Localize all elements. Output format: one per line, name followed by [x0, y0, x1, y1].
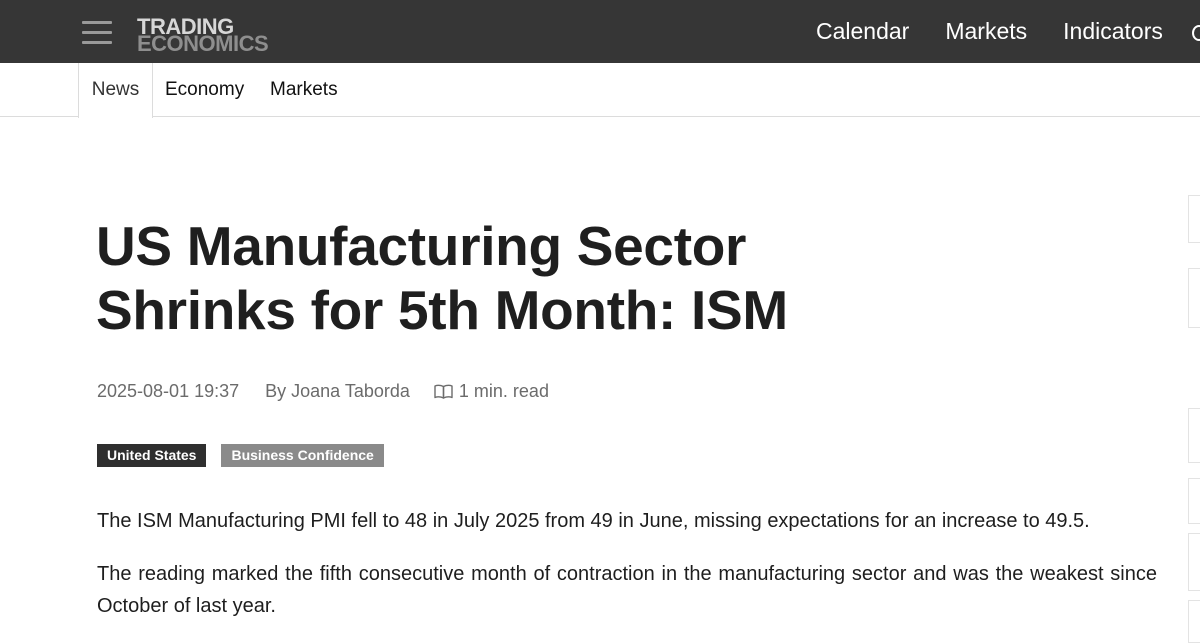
article-paragraph: The ISM Manufacturing PMI fell to 48 in … [97, 510, 1090, 532]
article-paragraph: The reading marked the fifth consecutive… [97, 563, 1157, 617]
tab-news[interactable]: News [78, 63, 153, 118]
nav-indicators[interactable]: Indicators [1045, 0, 1181, 63]
sidebar-edge-box [1188, 533, 1200, 591]
open-book-icon [434, 384, 453, 399]
circle-icon[interactable] [1192, 25, 1200, 41]
nav-calendar[interactable]: Calendar [798, 0, 927, 63]
article-tags: United States Business Confidence [97, 444, 384, 467]
sidebar-edge-box [1188, 478, 1200, 524]
tab-economy[interactable]: Economy [165, 63, 244, 117]
section-tabs: News Economy Markets [0, 63, 1200, 118]
article-meta: 2025-08-01 19:37 By Joana Taborda 1 min.… [97, 381, 549, 402]
sidebar-edge-box [1188, 195, 1200, 243]
sidebar-edge-box [1188, 268, 1200, 328]
hamburger-menu-icon[interactable] [82, 21, 112, 45]
nav-markets[interactable]: Markets [927, 0, 1045, 63]
sidebar-edge-box [1188, 408, 1200, 463]
article-date: 2025-08-01 19:37 [97, 381, 240, 401]
tab-markets[interactable]: Markets [270, 63, 338, 117]
article-author[interactable]: By Joana Taborda [265, 381, 410, 402]
read-time-label: 1 min. read [458, 381, 549, 401]
read-time: 1 min. read [434, 381, 549, 402]
top-bar: TRADING ECONOMICS Calendar Markets Indic… [0, 0, 1200, 63]
main-nav: Calendar Markets Indicators [798, 0, 1200, 63]
tag-business-confidence[interactable]: Business Confidence [221, 444, 384, 467]
site-logo[interactable]: TRADING ECONOMICS [137, 16, 297, 56]
tag-united-states[interactable]: United States [97, 444, 207, 467]
sidebar-edge-box [1188, 600, 1200, 643]
logo-line-2: ECONOMICS [137, 31, 269, 56]
article-headline: US Manufacturing Sector Shrinks for 5th … [96, 215, 788, 341]
